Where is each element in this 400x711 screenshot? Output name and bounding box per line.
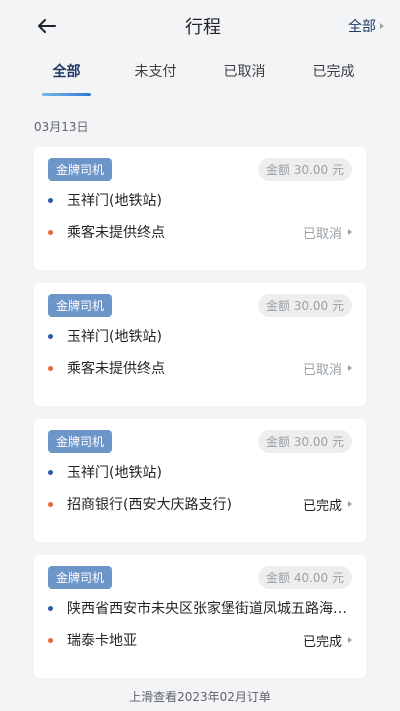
- back-arrow-icon[interactable]: [38, 16, 58, 36]
- end-address: 招商银行(西安大庆路支行): [67, 497, 232, 513]
- status-label: 已完成: [302, 498, 342, 514]
- date-header: 03月13日: [34, 120, 89, 134]
- trip-status[interactable]: 已取消: [303, 223, 352, 242]
- tab-completed[interactable]: 已完成: [289, 52, 378, 96]
- start-address: 玉祥门(地铁站): [67, 329, 162, 345]
- start-address: 玉祥门(地铁站): [67, 465, 162, 481]
- page-title: 行程: [185, 17, 221, 38]
- driver-badge: 金牌司机: [48, 429, 113, 453]
- start-dot-icon: [48, 469, 53, 475]
- filter-dropdown[interactable]: 全部: [348, 16, 384, 36]
- end-address: 瑞泰卡地亚: [67, 633, 137, 649]
- end-dot-icon: [48, 637, 53, 643]
- tab-cancelled[interactable]: 已取消: [200, 52, 289, 96]
- trip-card[interactable]: 金牌司机 金额 30.00 元 玉祥门(地铁站) 招商银行(西安大庆路支行) 已…: [34, 419, 366, 542]
- trip-card[interactable]: 金牌司机 金额 30.00 元 玉祥门(地铁站) 乘客未提供终点 已取消: [34, 283, 366, 406]
- caret-right-icon: [348, 365, 352, 371]
- trip-status[interactable]: 已取消: [303, 359, 352, 378]
- amount-pill: 金额 30.00 元: [258, 293, 352, 317]
- trip-status[interactable]: 已完成: [303, 495, 352, 514]
- amount-pill: 金额 30.00 元: [258, 157, 352, 181]
- caret-right-icon: [348, 637, 352, 643]
- end-dot-icon: [48, 365, 53, 371]
- load-more-hint: 上滑查看2023年02月订单: [129, 690, 271, 704]
- start-dot-icon: [48, 605, 53, 611]
- amount-pill: 金额 40.00 元: [258, 565, 352, 589]
- status-label: 已取消: [302, 362, 342, 378]
- status-label: 已取消: [302, 226, 342, 242]
- trip-card[interactable]: 金牌司机 金额 30.00 元 玉祥门(地铁站) 乘客未提供终点 已取消: [34, 147, 366, 270]
- driver-badge: 金牌司机: [48, 565, 113, 589]
- start-dot-icon: [48, 197, 53, 203]
- tab-bar: 全部 未支付 已取消 已完成: [0, 52, 400, 96]
- trip-card[interactable]: 金牌司机 金额 40.00 元 陕西省西安市未央区张家堡街道凤城五路海璟... …: [34, 555, 366, 678]
- filter-label: 全部: [348, 19, 376, 35]
- start-dot-icon: [48, 333, 53, 339]
- amount-pill: 金额 30.00 元: [258, 429, 352, 453]
- driver-badge: 金牌司机: [48, 157, 113, 181]
- top-bar: 行程 全部: [0, 0, 400, 52]
- end-dot-icon: [48, 229, 53, 235]
- end-dot-icon: [48, 501, 53, 507]
- caret-right-icon: [380, 23, 384, 29]
- end-address: 乘客未提供终点: [67, 361, 165, 377]
- start-address: 陕西省西安市未央区张家堡街道凤城五路海璟...: [67, 601, 352, 617]
- status-label: 已完成: [302, 634, 342, 650]
- start-address: 玉祥门(地铁站): [67, 193, 162, 209]
- end-address: 乘客未提供终点: [67, 225, 165, 241]
- caret-right-icon: [348, 501, 352, 507]
- tab-unpaid[interactable]: 未支付: [111, 52, 200, 96]
- driver-badge: 金牌司机: [48, 293, 113, 317]
- caret-right-icon: [348, 229, 352, 235]
- trip-status[interactable]: 已完成: [303, 631, 352, 650]
- tab-all[interactable]: 全部: [22, 52, 111, 96]
